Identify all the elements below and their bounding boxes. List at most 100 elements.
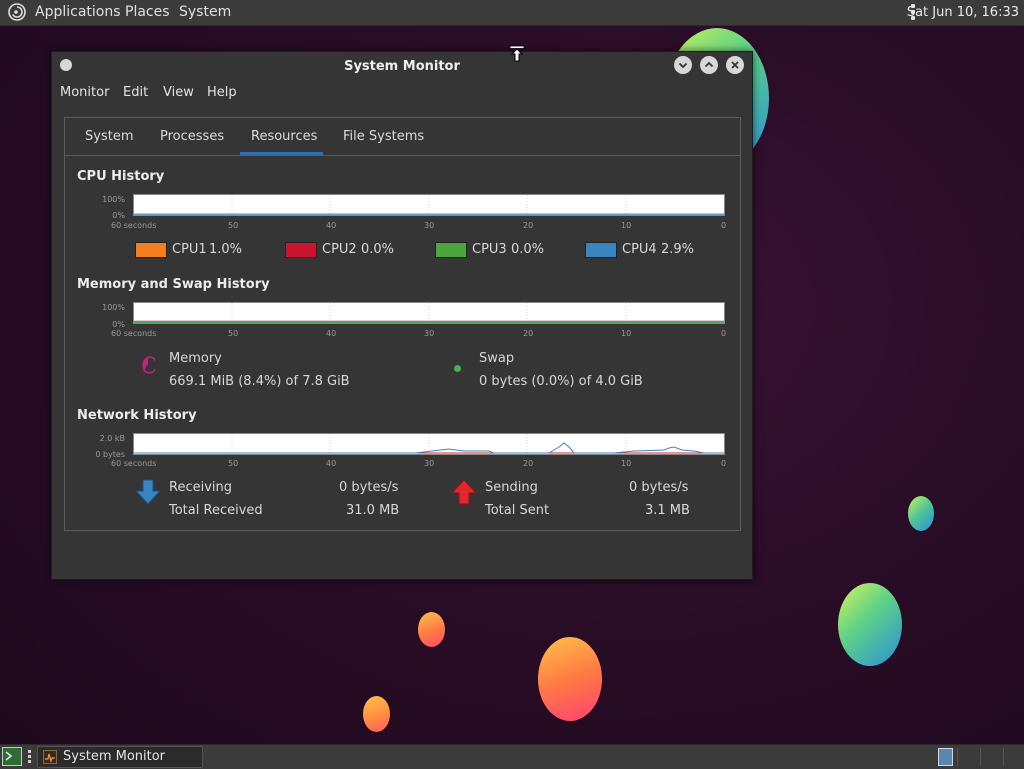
network-x-label: 20 bbox=[523, 459, 534, 468]
window-titlebar[interactable]: System Monitor bbox=[52, 52, 752, 80]
cpu-history-title: CPU History bbox=[77, 169, 165, 184]
cpu-x-label: 50 bbox=[228, 221, 239, 230]
tab-system[interactable]: System bbox=[85, 129, 133, 144]
network-x-label: 60 seconds bbox=[111, 459, 157, 468]
cpu3-label: CPU3 bbox=[472, 242, 507, 257]
network-x-label: 10 bbox=[621, 459, 632, 468]
receiving-label: Receiving bbox=[169, 480, 233, 495]
cpu-x-label: 60 seconds bbox=[111, 221, 157, 230]
taskbar-item-system-monitor[interactable]: System Monitor bbox=[37, 746, 203, 768]
applications-menu[interactable]: Applications bbox=[35, 0, 121, 25]
system-monitor-app-icon bbox=[43, 750, 57, 764]
menu-edit[interactable]: Edit bbox=[123, 85, 148, 100]
workspace-divider bbox=[1003, 748, 1004, 766]
memory-x-label: 0 bbox=[721, 329, 727, 338]
memory-history-title: Memory and Swap History bbox=[77, 277, 270, 292]
cpu2-color-swatch[interactable] bbox=[285, 242, 317, 258]
memory-value: 669.1 MiB (8.4%) of 7.8 GiB bbox=[169, 374, 350, 389]
memory-x-label: 30 bbox=[424, 329, 435, 338]
show-desktop-icon[interactable] bbox=[2, 747, 22, 766]
wallpaper-bubble bbox=[538, 637, 602, 721]
wallpaper-bubble bbox=[908, 496, 934, 531]
memory-x-label: 10 bbox=[621, 329, 632, 338]
network-x-label: 0 bbox=[721, 459, 727, 468]
receiving-arrow-icon[interactable] bbox=[135, 479, 161, 505]
notebook: System Processes Resources File Systems … bbox=[64, 117, 741, 531]
total-sent-value: 3.1 MB bbox=[645, 503, 690, 518]
cpu-history-graph bbox=[133, 194, 725, 216]
sending-value: 0 bytes/s bbox=[629, 480, 689, 495]
workspace-divider bbox=[957, 748, 958, 766]
cpu-x-label: 0 bbox=[721, 221, 727, 230]
total-received-value: 31.0 MB bbox=[346, 503, 400, 518]
cpu2-value: 0.0% bbox=[361, 242, 395, 257]
system-menu[interactable]: System bbox=[179, 0, 231, 25]
swap-label: Swap bbox=[479, 351, 515, 366]
maximize-button[interactable] bbox=[700, 56, 718, 74]
network-history-graph bbox=[133, 433, 725, 455]
sending-arrow-icon[interactable] bbox=[451, 479, 477, 505]
network-x-label: 50 bbox=[228, 459, 239, 468]
cpu-y-label-bottom: 0% bbox=[112, 211, 125, 220]
network-x-label: 40 bbox=[326, 459, 337, 468]
tab-file-systems[interactable]: File Systems bbox=[343, 129, 424, 144]
workspace-divider bbox=[980, 748, 981, 766]
memory-y-label-top: 100% bbox=[102, 303, 125, 312]
memory-label: Memory bbox=[169, 351, 222, 366]
cpu2-label: CPU2 bbox=[322, 242, 357, 257]
network-y-label-bottom: 0 bytes bbox=[95, 450, 125, 459]
cpu-x-label: 20 bbox=[523, 221, 534, 230]
taskbar-handle-icon[interactable] bbox=[28, 750, 31, 764]
cpu-x-label: 40 bbox=[326, 221, 337, 230]
cpu-x-label: 30 bbox=[424, 221, 435, 230]
network-y-label-top: 2.0 kB bbox=[99, 434, 125, 443]
wallpaper-bubble bbox=[418, 612, 445, 647]
places-menu[interactable]: Places bbox=[125, 0, 170, 25]
bottom-panel: System Monitor bbox=[0, 744, 1024, 769]
network-history-title: Network History bbox=[77, 408, 197, 423]
receiving-value: 0 bytes/s bbox=[339, 480, 399, 495]
memory-pie-icon[interactable] bbox=[141, 354, 155, 374]
swap-pie-icon[interactable] bbox=[453, 364, 462, 373]
top-panel: Applications Places System Sat Jun 10, 1… bbox=[0, 0, 1024, 26]
taskbar-item-label: System Monitor bbox=[63, 749, 166, 764]
cpu4-value: 2.9% bbox=[661, 242, 695, 257]
cpu1-value: 1.0% bbox=[209, 242, 243, 257]
distro-logo-icon[interactable] bbox=[8, 3, 26, 21]
menu-help[interactable]: Help bbox=[207, 85, 237, 100]
minimize-button[interactable] bbox=[674, 56, 692, 74]
cpu1-label: CPU1 bbox=[172, 242, 207, 257]
cpu3-color-swatch[interactable] bbox=[435, 242, 467, 258]
tab-processes[interactable]: Processes bbox=[160, 129, 224, 144]
menu-monitor[interactable]: Monitor bbox=[60, 85, 109, 100]
clock[interactable]: Sat Jun 10, 16:33 bbox=[907, 0, 1019, 25]
tab-resources[interactable]: Resources bbox=[251, 129, 317, 144]
total-sent-label: Total Sent bbox=[485, 503, 550, 518]
memory-x-label: 20 bbox=[523, 329, 534, 338]
memory-x-label: 50 bbox=[228, 329, 239, 338]
swap-value: 0 bytes (0.0%) of 4.0 GiB bbox=[479, 374, 643, 389]
network-x-label: 30 bbox=[424, 459, 435, 468]
total-received-label: Total Received bbox=[169, 503, 263, 518]
cpu-y-label-top: 100% bbox=[102, 195, 125, 204]
sending-label: Sending bbox=[485, 480, 538, 495]
cpu3-value: 0.0% bbox=[511, 242, 545, 257]
mouse-cursor-icon bbox=[509, 45, 525, 62]
window-title: System Monitor bbox=[344, 59, 460, 74]
memory-x-label: 40 bbox=[326, 329, 337, 338]
wallpaper-bubble bbox=[838, 583, 902, 666]
wallpaper-bubble bbox=[363, 696, 390, 732]
cpu4-label: CPU4 bbox=[622, 242, 657, 257]
cpu-x-label: 10 bbox=[621, 221, 632, 230]
cpu1-color-swatch[interactable] bbox=[135, 242, 167, 258]
active-tab-indicator bbox=[240, 152, 323, 155]
memory-history-graph bbox=[133, 302, 725, 324]
cpu4-color-swatch[interactable] bbox=[585, 242, 617, 258]
tab-bar: System Processes Resources File Systems bbox=[65, 118, 740, 156]
workspace-1[interactable] bbox=[938, 748, 953, 766]
memory-x-label: 60 seconds bbox=[111, 329, 157, 338]
system-monitor-window: System Monitor Monitor Edit View Help Sy… bbox=[51, 51, 753, 580]
close-button[interactable] bbox=[726, 56, 744, 74]
menu-view[interactable]: View bbox=[163, 85, 194, 100]
memory-y-label-bottom: 0% bbox=[112, 320, 125, 329]
